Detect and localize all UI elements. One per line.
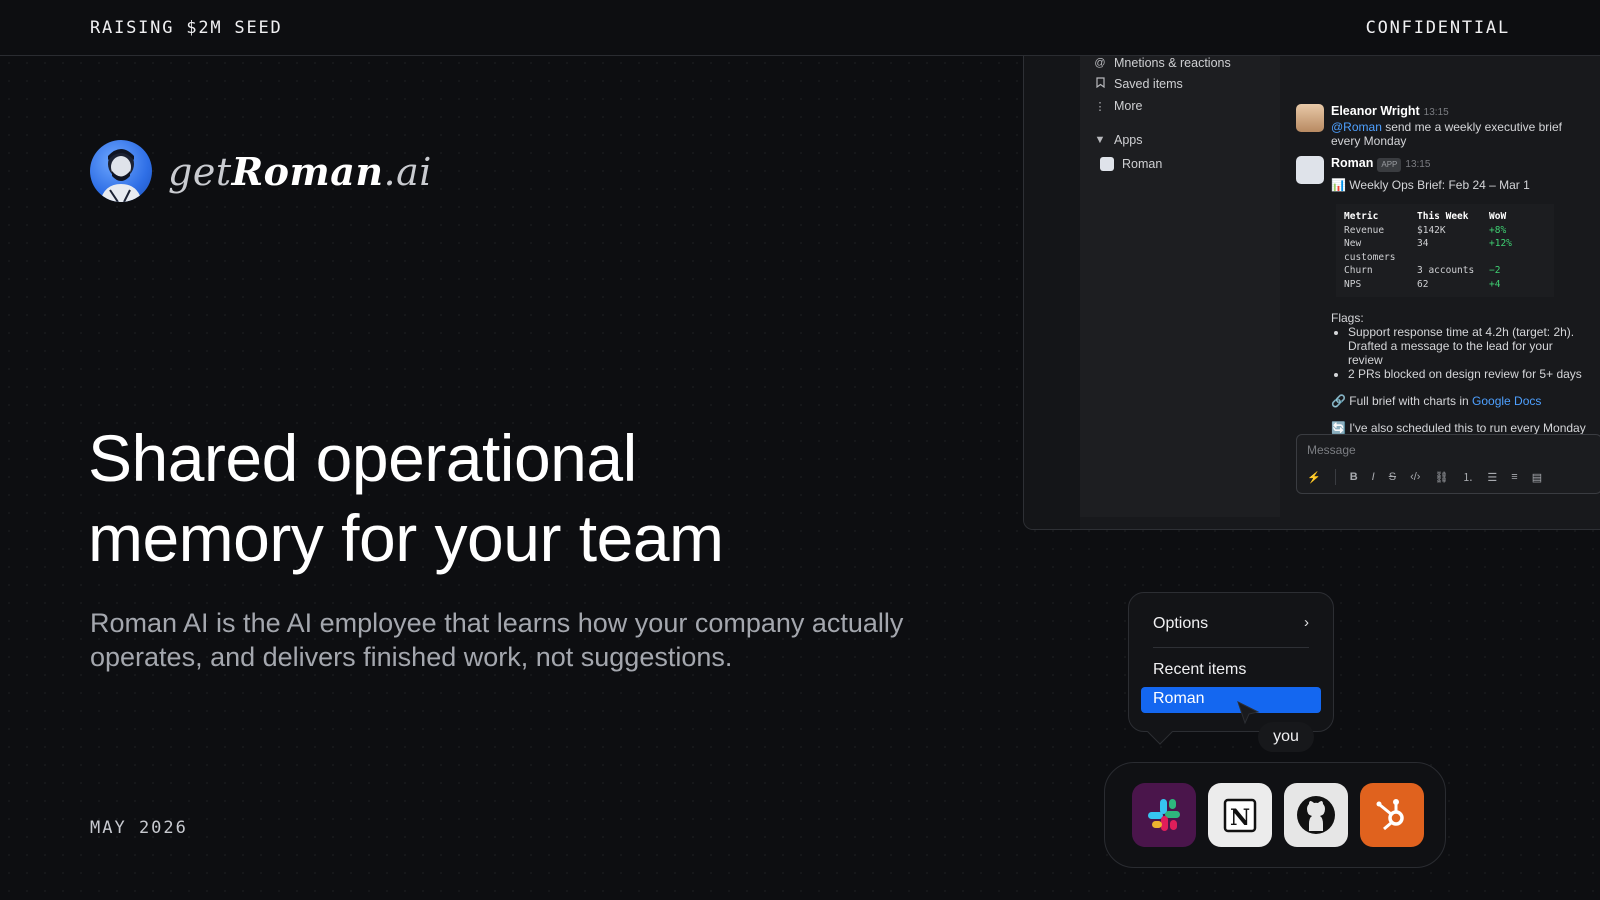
message-input[interactable]: Message [1307, 443, 1356, 457]
slack-sidebar: @ Mnetions & reactions Saved items ⋮ Mor… [1080, 56, 1280, 517]
bar-chart-icon: 📊 [1331, 178, 1346, 192]
sidebar-item-mentions[interactable]: @ Mnetions & reactions [1094, 56, 1230, 70]
roman-bust-icon [90, 140, 152, 202]
table-row: New customers 34 +12% [1344, 238, 1512, 263]
brief-title: 📊 Weekly Ops Brief: Feb 24 – Mar 1 [1331, 178, 1530, 192]
github-icon[interactable] [1284, 783, 1348, 847]
hero-headline: Shared operational memory for your team [88, 421, 724, 575]
author-name[interactable]: Roman [1331, 156, 1373, 170]
list-item: 2 PRs blocked on design review for 5+ da… [1348, 367, 1590, 381]
funding-label: RAISING $2M SEED [90, 18, 283, 38]
slack-icon[interactable] [1132, 783, 1196, 847]
menu-item-options[interactable]: Options [1153, 615, 1208, 633]
bookmark-icon [1094, 77, 1106, 91]
table-header: Metric This Week WoW [1344, 211, 1507, 222]
code-icon[interactable]: ‹/› [1410, 471, 1420, 483]
bulleted-list-icon[interactable]: ☰ [1487, 471, 1497, 484]
table-row: Revenue $142K +8% [1344, 224, 1507, 236]
avatar [1296, 156, 1324, 184]
svg-text:N: N [1230, 805, 1250, 831]
sidebar-section-apps[interactable]: ▼ Apps [1094, 133, 1143, 147]
avatar [1296, 104, 1324, 132]
menu-pointer [1147, 719, 1173, 745]
strikethrough-icon[interactable]: S [1389, 471, 1396, 483]
more-vertical-icon: ⋮ [1094, 100, 1106, 113]
mention-roman[interactable]: @Roman [1331, 120, 1382, 134]
toolbar-divider [1334, 469, 1336, 485]
date-label: MAY 2026 [90, 818, 188, 838]
integrations-dock: N [1104, 762, 1446, 868]
bold-icon[interactable]: B [1350, 471, 1358, 483]
message-composer[interactable]: Message ⚡ B I S ‹/› ⛓ ⒈ ☰ ≡ ▤ [1296, 434, 1600, 494]
ordered-list-icon[interactable]: ⒈ [1462, 469, 1473, 485]
formatting-toolbar: ⚡ B I S ‹/› ⛓ ⒈ ☰ ≡ ▤ [1307, 469, 1542, 485]
chevron-right-icon: › [1304, 614, 1309, 631]
table-row: NPS 62 +4 [1344, 278, 1501, 290]
brand-logo: getRoman.ai [90, 140, 432, 202]
message-pane: Eleanor Wright 13:15 @Roman send me a wee… [1280, 56, 1600, 529]
list-item: Support response time at 4.2h (target: 2… [1348, 325, 1590, 367]
sidebar-item-saved[interactable]: Saved items [1094, 77, 1183, 91]
confidential-label: CONFIDENTIAL [1365, 18, 1510, 38]
at-icon: @ [1094, 57, 1106, 69]
sidebar-item-more[interactable]: ⋮ More [1094, 99, 1143, 113]
slack-window: @ Mnetions & reactions Saved items ⋮ Mor… [1023, 56, 1600, 530]
message-eleanor: Eleanor Wright 13:15 @Roman send me a wee… [1296, 104, 1590, 148]
timestamp: 13:15 [1405, 159, 1431, 170]
top-bar: RAISING $2M SEED CONFIDENTIAL [0, 0, 1600, 56]
repeat-icon: 🔄 [1331, 421, 1346, 435]
link-icon: 🔗 [1331, 394, 1346, 408]
timestamp: 13:15 [1423, 107, 1449, 118]
roman-app-icon [1100, 157, 1114, 171]
blockquote-icon[interactable]: ≡ [1511, 471, 1517, 483]
cursor-label: you [1258, 722, 1314, 752]
app-badge: APP [1377, 158, 1402, 172]
shortcut-icon[interactable]: ⚡ [1307, 471, 1321, 484]
wordmark: getRoman.ai [168, 148, 432, 194]
caret-down-icon: ▼ [1094, 134, 1106, 146]
hubspot-icon[interactable] [1360, 783, 1424, 847]
workspace-rail [1024, 56, 1080, 529]
table-row: Churn 3 accounts −2 [1344, 265, 1501, 276]
notion-icon[interactable]: N [1208, 783, 1272, 847]
code-block-icon[interactable]: ▤ [1532, 471, 1542, 484]
menu-divider [1153, 647, 1309, 648]
hero-subhead: Roman AI is the AI employee that learns … [90, 608, 904, 672]
menu-item-roman-selected[interactable]: Roman [1141, 687, 1321, 713]
italic-icon[interactable]: I [1372, 471, 1375, 483]
google-docs-link[interactable]: Google Docs [1472, 394, 1541, 408]
sidebar-item-roman[interactable]: Roman [1100, 157, 1162, 171]
brief-link-line: 🔗 Full brief with charts in Google Docs [1331, 394, 1542, 408]
metrics-table: Metric This Week WoW Revenue $142K +8% N… [1336, 204, 1554, 297]
message-roman: Roman APP 13:15 📊 Weekly Ops Brief: Feb 24… [1296, 156, 1590, 463]
cursor-arrow-icon [1237, 701, 1260, 725]
options-menu: Options › Recent items Roman [1128, 592, 1334, 745]
flags-section: Flags: Support response time at 4.2h (ta… [1331, 311, 1590, 381]
author-name[interactable]: Eleanor Wright [1331, 104, 1420, 118]
menu-item-recent[interactable]: Recent items [1153, 661, 1246, 679]
link-icon[interactable]: ⛓ [1434, 471, 1448, 484]
